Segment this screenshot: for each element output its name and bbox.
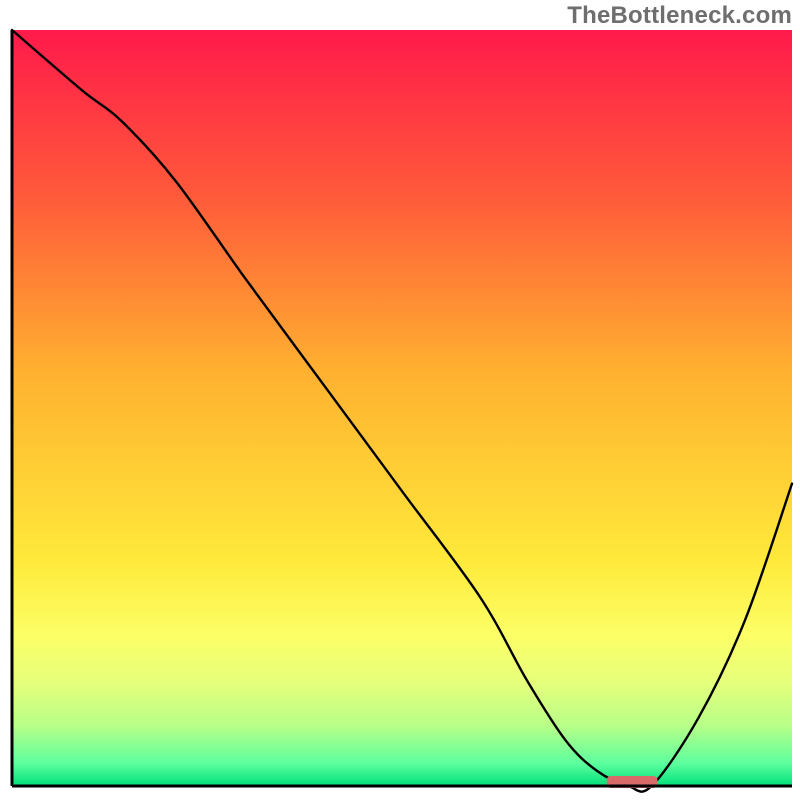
bottleneck-chart [0, 0, 800, 800]
plot-background [12, 30, 792, 786]
chart-root: { "watermark": "TheBottleneck.com", "cha… [0, 0, 800, 800]
watermark-text: TheBottleneck.com [567, 2, 792, 30]
